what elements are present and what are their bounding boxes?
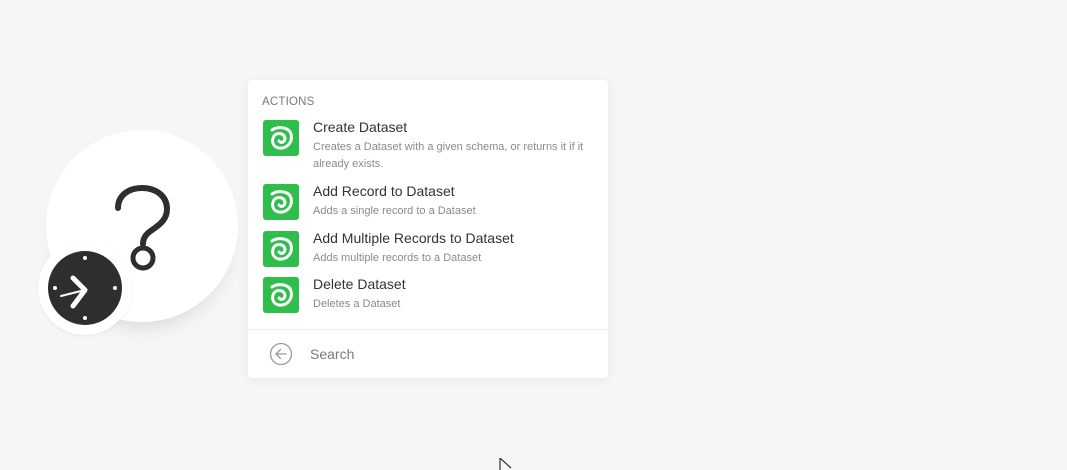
action-label: Add Multiple Records to Dataset (313, 230, 514, 246)
divider (248, 329, 608, 330)
action-label: Create Dataset (313, 119, 408, 135)
section-title: ACTIONS (262, 96, 315, 108)
back-button[interactable] (269, 342, 293, 366)
dataset-app-icon (263, 231, 299, 267)
arrow-left-circle-icon (269, 342, 293, 366)
action-add-record[interactable]: Add Record to Dataset Adds a single reco… (248, 183, 608, 223)
dataset-app-icon (263, 184, 299, 220)
clock-icon (48, 251, 122, 325)
action-description: Adds a single record to a Dataset (313, 205, 476, 217)
actions-panel: ACTIONS Create Dataset Creates a Dataset… (248, 80, 608, 378)
mouse-cursor-icon (499, 458, 512, 470)
action-description: Adds multiple records to a Dataset (313, 252, 482, 264)
action-description: Deletes a Dataset (313, 298, 401, 310)
action-create-dataset[interactable]: Create Dataset Creates a Dataset with a … (248, 119, 608, 175)
dataset-app-icon (263, 277, 299, 313)
scenario-canvas[interactable]: ACTIONS Create Dataset Creates a Dataset… (0, 0, 1067, 470)
action-delete-dataset[interactable]: Delete Dataset Deletes a Dataset (248, 276, 608, 316)
action-description: Creates a Dataset with a given schema, o… (313, 141, 584, 170)
schedule-badge[interactable] (38, 241, 132, 335)
action-add-multiple-records[interactable]: Add Multiple Records to Dataset Adds mul… (248, 230, 608, 270)
dataset-app-icon (263, 120, 299, 156)
search-input[interactable] (310, 342, 590, 366)
action-label: Delete Dataset (313, 276, 406, 292)
action-label: Add Record to Dataset (313, 183, 455, 199)
